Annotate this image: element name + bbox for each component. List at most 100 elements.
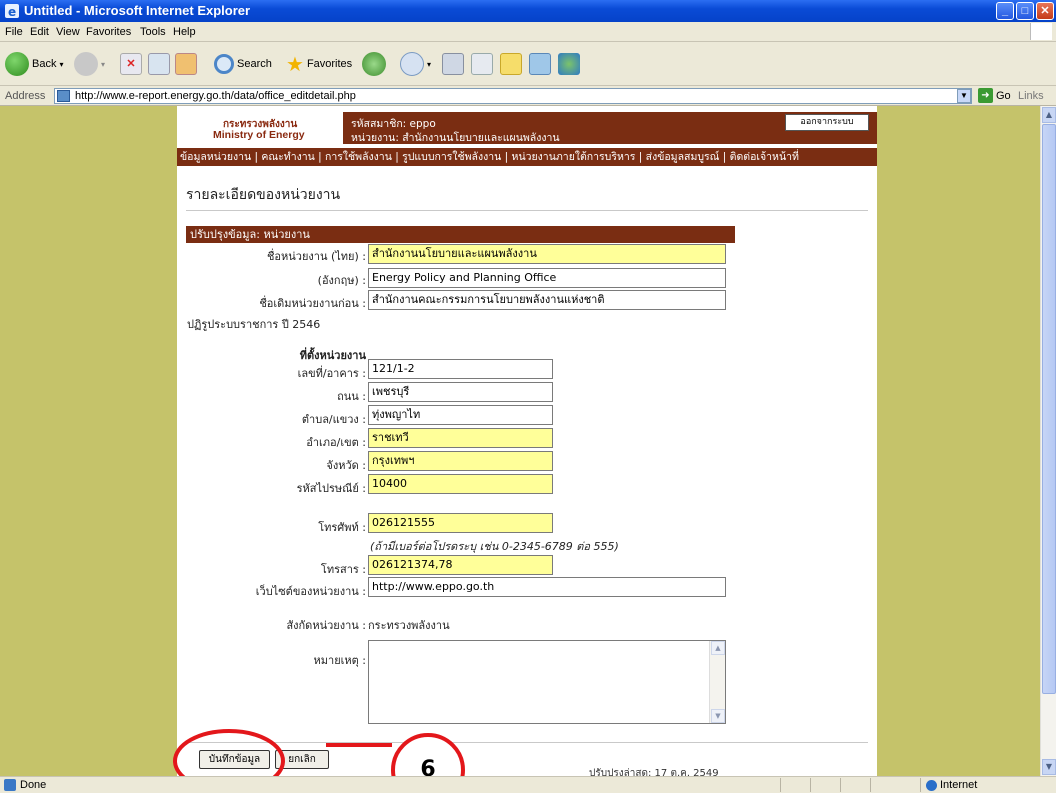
research-icon: [529, 53, 551, 75]
road-input[interactable]: เพชรบุรี: [368, 382, 553, 402]
edit-button[interactable]: [471, 50, 493, 78]
phone-hint: (ถ้ามีเบอร์ต่อโปรดระบุ เช่น 0-2345-6789 …: [370, 540, 619, 553]
website-input[interactable]: http://www.eppo.go.th: [368, 577, 726, 597]
subdistrict-input[interactable]: ทุ่งพญาไท: [368, 405, 553, 425]
minimize-button[interactable]: _: [996, 2, 1014, 20]
house-label: เลขที่/อาคาร :: [297, 367, 366, 380]
folder-icon: [500, 53, 522, 75]
status-bar: Done Internet: [0, 776, 1056, 793]
phone-input[interactable]: 026121555: [368, 513, 553, 533]
main-nav[interactable]: ข้อมูลหน่วยงาน | คณะทำงาน | การใช้พลังงา…: [177, 148, 877, 166]
page-scrollbar[interactable]: ▲ ▼: [1040, 106, 1056, 776]
ie-logo-icon: e: [5, 4, 19, 19]
old-name-input[interactable]: สำนักงานคณะกรรมการนโยบายพลังงานแห่งชาติ: [368, 290, 726, 310]
menu-favorites[interactable]: Favorites: [86, 26, 131, 38]
road-label: ถนน :: [337, 390, 366, 403]
maximize-button[interactable]: □: [1016, 2, 1034, 20]
status-divider: [840, 778, 841, 792]
chevron-down-icon: ▾: [101, 59, 106, 69]
home-button[interactable]: [175, 50, 197, 78]
district-label: อำเภอ/เขต :: [306, 436, 366, 449]
refresh-button[interactable]: [148, 50, 170, 78]
page-title: รายละเอียดของหน่วยงาน: [186, 187, 341, 203]
scroll-up-arrow-icon[interactable]: ▲: [711, 641, 725, 655]
postcode-input[interactable]: 10400: [368, 474, 553, 494]
title-bar: e Untitled - Microsoft Internet Explorer…: [0, 0, 1056, 22]
menu-bar: File Edit View Favorites Tools Help: [0, 22, 1056, 42]
affiliation-label: สังกัดหน่วยงาน :: [286, 619, 366, 632]
forward-arrow-icon: [74, 52, 98, 76]
scroll-down-arrow-icon[interactable]: ▼: [711, 709, 725, 723]
back-arrow-icon: [5, 52, 29, 76]
address-input[interactable]: http://www.e-report.energy.go.th/data/of…: [54, 88, 972, 104]
search-button[interactable]: Search: [214, 50, 272, 78]
chevron-down-icon: ▾: [59, 59, 64, 69]
research-button[interactable]: [529, 50, 551, 78]
messenger-icon: [558, 53, 580, 75]
messenger-button[interactable]: [558, 50, 580, 78]
svg-text:e: e: [8, 5, 16, 19]
address-dropdown-button[interactable]: ▼: [957, 89, 971, 103]
back-label: Back: [32, 58, 57, 70]
close-button[interactable]: ✕: [1036, 2, 1054, 20]
save-button[interactable]: บันทึกข้อมูล: [199, 750, 270, 769]
print-button[interactable]: [442, 50, 464, 78]
go-button[interactable]: ➜ Go: [978, 88, 1011, 103]
name-th-input[interactable]: สำนักงานนโยบายและแผนพลังงาน: [368, 244, 726, 264]
status-text: Done: [20, 779, 47, 791]
postcode-label: รหัสไปรษณีย์ :: [296, 482, 366, 495]
internet-zone-icon: [926, 780, 937, 791]
star-icon: ★: [286, 53, 304, 76]
toolbar: Back ▾ ▾ ✕ Search ★ Favorites ▾: [0, 42, 1056, 86]
ie-window: e Untitled - Microsoft Internet Explorer…: [0, 0, 1056, 793]
favorites-label: Favorites: [306, 58, 353, 70]
agency-name: หน่วยงาน: สำนักงานนโยบายและแผนพลังงาน: [351, 132, 560, 144]
fax-input[interactable]: 026121374,78: [368, 555, 553, 575]
district-input[interactable]: ราชเทวี: [368, 428, 553, 448]
last-updated: ปรับปรุงล่าสุด: 17 ต.ค. 2549: [589, 768, 719, 776]
divider: [186, 210, 868, 211]
page-done-icon: [4, 779, 16, 791]
refresh-icon: [148, 53, 170, 75]
remark-label: หมายเหตุ :: [313, 654, 366, 667]
windows-logo-icon: [1030, 23, 1052, 40]
home-icon: [175, 53, 197, 75]
province-input[interactable]: กรุงเทพฯ: [368, 451, 553, 471]
status-divider: [780, 778, 781, 792]
stop-button[interactable]: ✕: [120, 50, 142, 78]
website-label: เว็บไซต์ของหน่วยงาน :: [255, 585, 366, 598]
subdistrict-label: ตำบล/แขวง :: [301, 413, 366, 426]
discuss-button[interactable]: [500, 50, 522, 78]
zone-text: Internet: [940, 779, 978, 791]
menu-view[interactable]: View: [56, 26, 80, 38]
site-header: กระทรวงพลังงาน Ministry of Energy รหัสสม…: [177, 106, 877, 146]
name-en-input[interactable]: Energy Policy and Planning Office: [368, 268, 726, 288]
remark-textarea[interactable]: ▲ ▼: [368, 640, 726, 724]
mail-icon: [400, 52, 424, 76]
menu-tools[interactable]: Tools: [140, 26, 166, 38]
menu-file[interactable]: File: [5, 26, 23, 38]
menu-edit[interactable]: Edit: [30, 26, 49, 38]
house-input[interactable]: 121/1-2: [368, 359, 553, 379]
chevron-down-icon: ▾: [427, 59, 432, 69]
logout-button[interactable]: ออกจากระบบ: [785, 114, 869, 131]
history-button[interactable]: [362, 50, 386, 78]
window-title: Untitled - Microsoft Internet Explorer: [24, 3, 251, 18]
scroll-down-arrow-icon[interactable]: ▼: [1042, 759, 1056, 775]
search-label: Search: [237, 58, 272, 70]
back-button[interactable]: Back ▾: [5, 50, 63, 78]
links-button[interactable]: Links: [1018, 90, 1044, 102]
mail-button[interactable]: ▾: [400, 50, 431, 78]
fax-label: โทรสาร :: [320, 563, 366, 576]
menu-help[interactable]: Help: [173, 26, 196, 38]
scroll-thumb[interactable]: [1042, 124, 1056, 694]
forward-button[interactable]: ▾: [74, 50, 105, 78]
go-label: Go: [996, 89, 1011, 102]
status-divider: [810, 778, 811, 792]
remark-scrollbar[interactable]: ▲ ▼: [709, 641, 725, 723]
favorites-button[interactable]: ★ Favorites: [286, 50, 352, 78]
scroll-up-arrow-icon[interactable]: ▲: [1042, 107, 1056, 123]
address-bar: Address http://www.e-report.energy.go.th…: [0, 86, 1056, 106]
reform-label: ปฏิรูประบบราชการ ปี 2546: [187, 318, 321, 331]
cancel-button[interactable]: ยกเลิก: [275, 750, 329, 769]
